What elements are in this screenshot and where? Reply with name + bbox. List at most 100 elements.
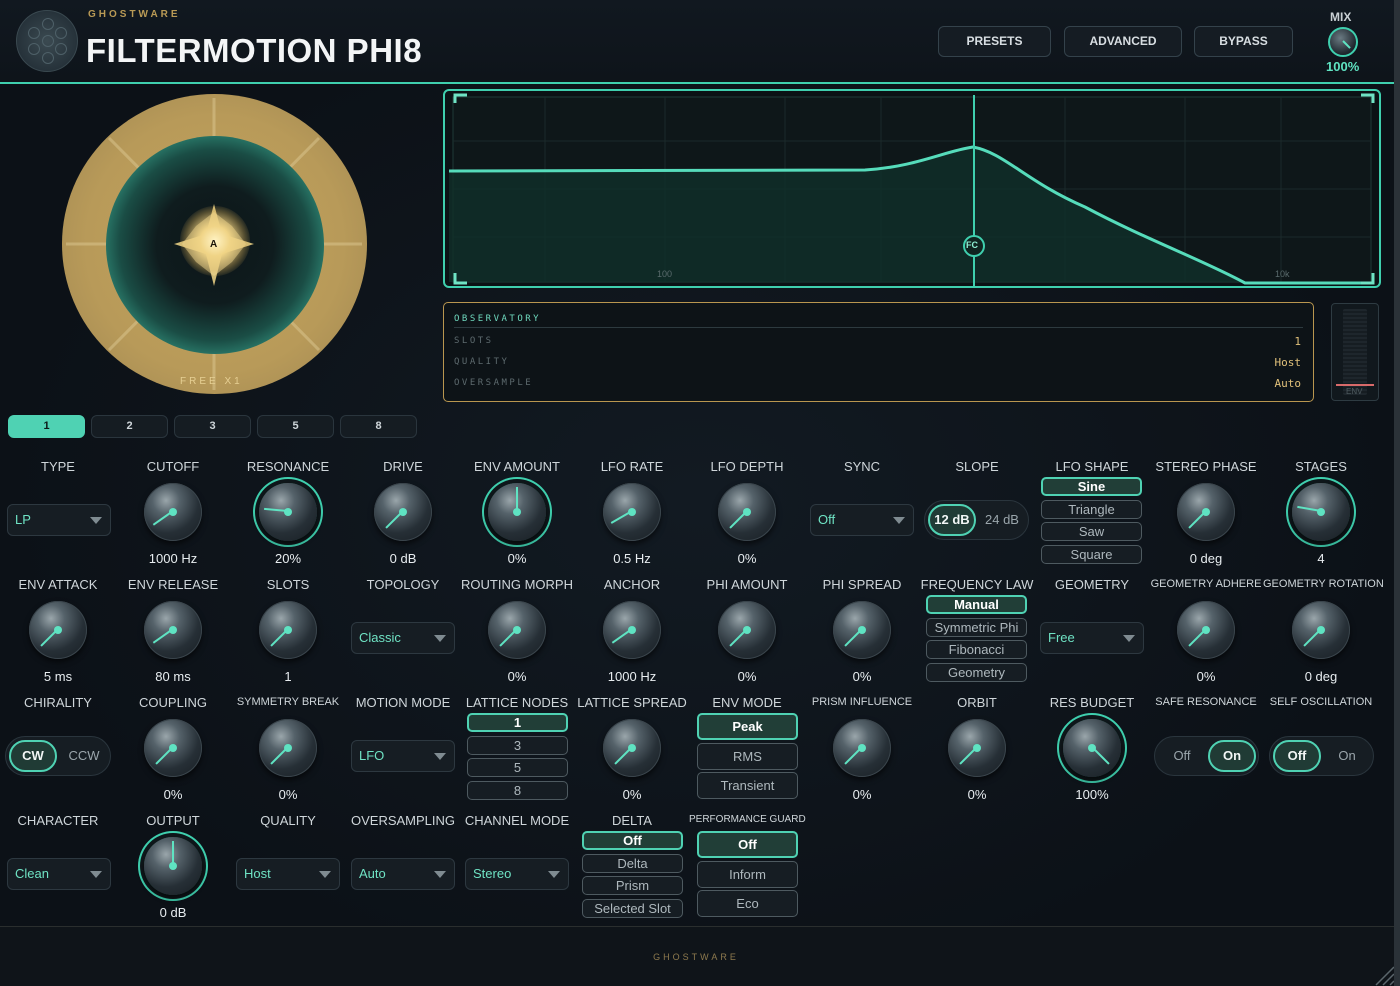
self-oscillation-toggle: Off On [1269,736,1374,776]
stages-knob[interactable] [1292,483,1350,541]
frequency-law-geometry[interactable]: Geometry [926,663,1027,682]
res-budget-knob[interactable] [1063,719,1121,777]
chevron-down-icon [548,871,560,878]
character-dropdown[interactable]: Clean [7,858,111,890]
geometry-adhere-knob[interactable] [1177,601,1235,659]
phi-spread-knob[interactable] [833,601,891,659]
phi-amount-value: 0% [737,669,757,684]
lfo-rate-knob[interactable] [603,483,661,541]
resonance-knob[interactable] [259,483,317,541]
slope-option-24db[interactable]: 24 dB [978,504,1026,536]
quality-label: QUALITY [260,813,316,828]
observatory-title: OBSERVATORY [454,314,542,324]
quality-value: Host [244,866,271,881]
safe-resonance-off[interactable]: Off [1158,740,1206,772]
slot-tab-3[interactable]: 3 [174,415,251,438]
lattice-nodes-5[interactable]: 5 [467,758,568,777]
output-value: 0 dB [159,905,187,920]
lfo-shape-triangle[interactable]: Triangle [1041,500,1142,519]
mix-label: MIX [1330,10,1352,24]
bypass-button[interactable]: BYPASS [1194,26,1293,57]
motion-mode-dropdown[interactable]: LFO [351,740,455,772]
delta-off[interactable]: Off [582,831,683,850]
motion-mode-label: MOTION MODE [355,695,451,710]
performance-guard-off[interactable]: Off [697,831,798,858]
lattice-nodes-1[interactable]: 1 [467,713,568,732]
cutoff-handle[interactable]: FC [966,240,978,250]
performance-guard-inform[interactable]: Inform [697,861,798,888]
lfo-depth-knob[interactable] [718,483,776,541]
env-mode-rms[interactable]: RMS [697,743,798,770]
sync-dropdown[interactable]: Off [810,504,914,536]
performance-guard-label: PERFORMANCE GUARD [689,814,806,825]
delta-selected-slot[interactable]: Selected Slot [582,899,683,918]
orb-node-label: A [210,239,218,250]
chirality-cw[interactable]: CW [9,740,57,772]
oversampling-label: OVERSAMPLING [350,813,456,828]
anchor-label: ANCHOR [603,577,661,592]
slots-knob[interactable] [259,601,317,659]
delta-prism[interactable]: Prism [582,876,683,895]
phi-amount-knob[interactable] [718,601,776,659]
divider [454,327,1303,328]
presets-button[interactable]: PRESETS [938,26,1051,57]
lfo-shape-square[interactable]: Square [1041,545,1142,564]
env-attack-knob[interactable] [29,601,87,659]
prism-influence-knob[interactable] [833,719,891,777]
resize-handle-icon[interactable] [1372,963,1396,986]
res-budget-value: 100% [1075,787,1109,802]
plugin-title: FILTERMOTION PHI8 [86,32,423,69]
type-dropdown[interactable]: LP [7,504,111,536]
env-amount-knob[interactable] [488,483,546,541]
chevron-down-icon [893,517,905,524]
frequency-response-graph[interactable]: FC 100 10k [443,89,1381,288]
lattice-nodes-3[interactable]: 3 [467,736,568,755]
symmetry-break-knob[interactable] [259,719,317,777]
delta-delta[interactable]: Delta [582,854,683,873]
cutoff-knob[interactable] [144,483,202,541]
env-release-knob[interactable] [144,601,202,659]
geometry-dropdown[interactable]: Free [1040,622,1144,654]
slot-tab-2[interactable]: 2 [91,415,168,438]
slot-tab-8[interactable]: 8 [340,415,417,438]
safe-resonance-on[interactable]: On [1208,740,1256,772]
slot-tab-1[interactable]: 1 [8,415,85,438]
performance-guard-eco[interactable]: Eco [697,890,798,917]
anchor-knob[interactable] [603,601,661,659]
lattice-spread-knob[interactable] [603,719,661,777]
coupling-knob[interactable] [144,719,202,777]
chevron-down-icon [434,753,446,760]
stereo-phase-knob[interactable] [1177,483,1235,541]
lfo-shape-sine[interactable]: Sine [1041,477,1142,496]
output-knob[interactable] [144,837,202,895]
frequency-law-fibonacci[interactable]: Fibonacci [926,640,1027,659]
topology-dropdown[interactable]: Classic [351,622,455,654]
drive-knob[interactable] [374,483,432,541]
oversampling-dropdown[interactable]: Auto [351,858,455,890]
chirality-ccw[interactable]: CCW [60,740,108,772]
lattice-nodes-8[interactable]: 8 [467,781,568,800]
frequency-law-symmetric-phi[interactable]: Symmetric Phi [926,618,1027,637]
chevron-down-icon [319,871,331,878]
routing-morph-knob[interactable] [488,601,546,659]
phi-spread-label: PHI SPREAD [822,577,902,592]
advanced-button[interactable]: ADVANCED [1064,26,1182,57]
geometry-rotation-knob[interactable] [1292,601,1350,659]
lfo-shape-saw[interactable]: Saw [1041,522,1142,541]
frequency-law-manual[interactable]: Manual [926,595,1027,614]
slots-label: SLOTS [266,577,310,592]
slope-label: SLOPE [955,459,999,474]
env-mode-transient[interactable]: Transient [697,772,798,799]
self-oscillation-on[interactable]: On [1323,740,1371,772]
orbit-knob[interactable] [948,719,1006,777]
mix-knob[interactable] [1328,27,1358,57]
env-mode-peak[interactable]: Peak [697,713,798,740]
channel-mode-dropdown[interactable]: Stereo [465,858,569,890]
slope-option-12db[interactable]: 12 dB [928,504,976,536]
quality-dropdown[interactable]: Host [236,858,340,890]
stereo-phase-value: 0 deg [1189,551,1223,566]
self-oscillation-off[interactable]: Off [1273,740,1321,772]
slots-value: 1 [284,669,292,684]
slot-tab-5[interactable]: 5 [257,415,334,438]
motion-orb[interactable]: A FREE X1 [62,94,367,394]
